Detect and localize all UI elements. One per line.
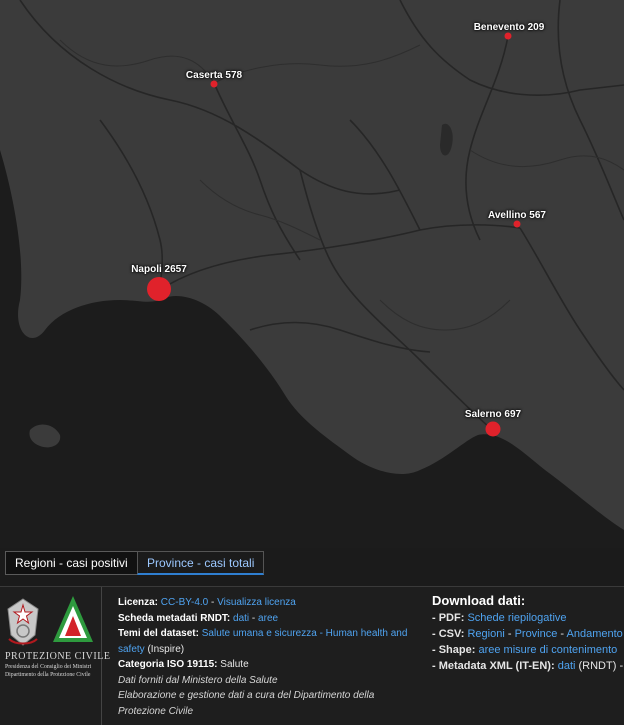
temi-link-safety[interactable]: safety [118,644,145,655]
licenza-link[interactable]: CC-BY-4.0 [161,597,208,608]
download-section: Download dati: - PDF: Schede riepilogati… [432,593,624,674]
visualizza-licenza-link[interactable]: Visualizza licenza [217,597,296,608]
note-ministero: Dati forniti dal Ministero della Salute [118,674,278,686]
tab-bar: Regioni - casi positivi Province - casi … [0,548,624,586]
tab-regioni-casi-positivi[interactable]: Regioni - casi positivi [5,551,138,575]
pdf-link[interactable]: Schede riepilogative [467,612,566,624]
label-avellino: Avellino 567 [488,210,546,221]
xml-row: - Metadata XML (IT-EN): dati (RNDT) - a [432,658,624,674]
categoria-value: Salute [217,659,249,670]
csv-province-link[interactable]: Province [515,628,558,640]
csv-row: - CSV: Regioni - Province - Andamento [432,626,624,642]
minor-roads [59,39,624,331]
temi-label: Temi del dataset: [118,628,199,639]
temi-suffix: (Inspire) [144,643,185,655]
tab-province-casi-totali[interactable]: Province - casi totali [137,551,265,575]
separator: - [504,628,515,640]
temi-link[interactable]: Salute umana e sicurezza - Human health … [202,628,408,639]
xml-rndt: (RNDT) - [575,660,624,672]
xml-label: - Metadata XML (IT-EN): [432,660,555,672]
pdf-label: - PDF: [432,612,465,624]
logo-area: Protezione Civile Presidenza del Consigl… [0,587,110,725]
licenza-row: Licenza: CC-BY-4.0 - Visualizza licenza [118,595,418,611]
lake [440,123,453,156]
dataset-info: Licenza: CC-BY-4.0 - Visualizza licenza … [118,595,418,719]
categoria-row: Categoria ISO 19115: Salute [118,657,418,673]
label-salerno: Salerno 697 [464,409,522,420]
temi-row: Temi del dataset: Salute umana e sicurez… [118,626,418,642]
separator: - [208,597,218,608]
label-benevento: Benevento 209 [473,22,545,33]
licenza-label: Licenza: [118,597,159,608]
csv-regioni-link[interactable]: Regioni [467,628,504,640]
separator: - [557,628,567,640]
logo-caption-line2: Dipartimento della Protezione Civile [5,672,91,678]
note-elaborazione: Elaborazione e gestione dati a cura del … [118,690,375,701]
csv-andamento-link[interactable]: Andamento [567,628,623,640]
scheda-label: Scheda metadati RNDT: [118,612,231,624]
emblem-icon [7,598,39,646]
marker-benevento[interactable] [504,32,512,40]
basemap [0,0,624,548]
temi-row-2: safety (Inspire) [118,642,418,658]
shape-label: - Shape: [432,644,476,656]
separator: - [249,612,259,624]
protezione-civile-logo-icon [53,596,93,642]
logo-caption-main: Protezione Civile [5,651,111,662]
note-protezione-civile: Protezione Civile [118,705,194,717]
label-caserta: Caserta 578 [185,70,243,81]
scheda-dati-link[interactable]: dati [233,613,249,624]
csv-label: - CSV: [432,628,465,640]
scheda-aree-link[interactable]: aree [258,613,278,624]
shape-row: - Shape: aree misure di contenimento [432,642,624,658]
map-view[interactable]: Benevento 209 Caserta 578 Avellino 567 N… [0,0,624,548]
pdf-row: - PDF: Schede riepilogative [432,610,624,626]
footer-panel: Protezione Civile Presidenza del Consigl… [0,586,624,725]
label-napoli: Napoli 2657 [131,264,187,275]
logo-caption-line1: Presidenza del Consiglio dei Ministri [5,664,92,670]
marker-napoli[interactable] [147,277,171,301]
shape-link[interactable]: aree misure di contenimento [478,644,617,656]
marker-salerno[interactable] [485,421,501,437]
download-title: Download dati: [432,593,526,608]
xml-dati-link[interactable]: dati [558,660,576,672]
marker-avellino[interactable] [513,220,521,228]
categoria-label: Categoria ISO 19115: [118,659,218,670]
marker-caserta[interactable] [210,80,218,88]
scheda-row: Scheda metadati RNDT: dati - aree [118,611,418,627]
